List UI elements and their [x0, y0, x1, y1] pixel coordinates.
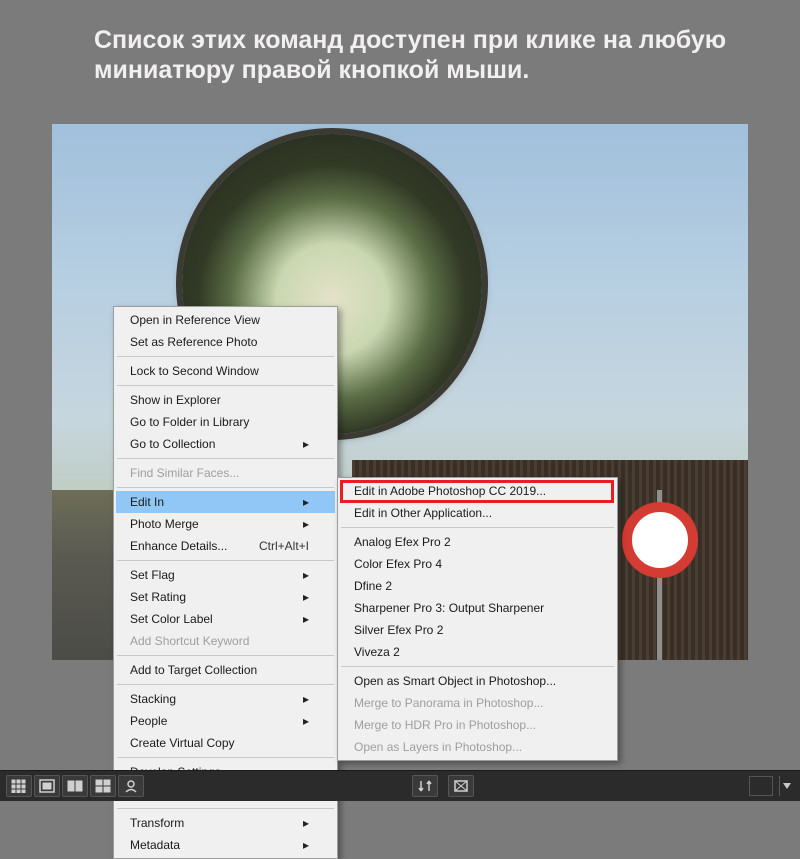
menu-separator: [117, 655, 334, 656]
mi-add-shortcut-keyword: Add Shortcut Keyword: [116, 630, 335, 652]
crop-overlay-button[interactable]: [448, 775, 474, 797]
mi-create-virtual-copy[interactable]: Create Virtual Copy: [116, 732, 335, 754]
submenu-arrow-icon: ▸: [303, 590, 309, 604]
menu-separator: [117, 757, 334, 758]
mi-photo-merge[interactable]: Photo Merge▸: [116, 513, 335, 535]
submenu-edit-in: Edit in Adobe Photoshop CC 2019... Edit …: [337, 477, 618, 761]
compare-view-button[interactable]: [62, 775, 88, 797]
submenu-arrow-icon: ▸: [303, 692, 309, 706]
mi-show-in-explorer[interactable]: Show in Explorer: [116, 389, 335, 411]
mi-silver-efex[interactable]: Silver Efex Pro 2: [340, 619, 615, 641]
mi-go-to-collection[interactable]: Go to Collection▸: [116, 433, 335, 455]
mi-set-reference-photo[interactable]: Set as Reference Photo: [116, 331, 335, 353]
submenu-arrow-icon: ▸: [303, 612, 309, 626]
toolbar-dropdown-button[interactable]: [779, 776, 794, 796]
submenu-arrow-icon: ▸: [303, 568, 309, 582]
submenu-arrow-icon: ▸: [303, 437, 309, 451]
menu-separator: [117, 458, 334, 459]
mi-set-rating[interactable]: Set Rating▸: [116, 586, 335, 608]
shortcut-label: Ctrl+Alt+I: [259, 539, 309, 553]
menu-separator: [117, 560, 334, 561]
grid-view-button[interactable]: [6, 775, 32, 797]
mi-set-flag[interactable]: Set Flag▸: [116, 564, 335, 586]
menu-separator: [117, 684, 334, 685]
menu-separator: [341, 666, 614, 667]
survey-view-button[interactable]: [90, 775, 116, 797]
mi-set-color-label[interactable]: Set Color Label▸: [116, 608, 335, 630]
mi-people[interactable]: People▸: [116, 710, 335, 732]
mi-enhance-details[interactable]: Enhance Details...Ctrl+Alt+I: [116, 535, 335, 557]
photo-sign: [622, 502, 698, 578]
menu-separator: [117, 808, 334, 809]
mi-add-target-collection[interactable]: Add to Target Collection: [116, 659, 335, 681]
mi-transform[interactable]: Transform▸: [116, 812, 335, 834]
mi-dfine[interactable]: Dfine 2: [340, 575, 615, 597]
mi-sharpener[interactable]: Sharpener Pro 3: Output Sharpener: [340, 597, 615, 619]
mi-merge-panorama: Merge to Panorama in Photoshop...: [340, 692, 615, 714]
loupe-view-button[interactable]: [34, 775, 60, 797]
filmstrip-toolbar: [0, 770, 800, 801]
caption-text: Список этих команд доступен при клике на…: [94, 26, 740, 85]
mi-find-similar-faces: Find Similar Faces...: [116, 462, 335, 484]
mi-open-layers: Open as Layers in Photoshop...: [340, 736, 615, 758]
submenu-arrow-icon: ▸: [303, 714, 309, 728]
mi-go-to-folder[interactable]: Go to Folder in Library: [116, 411, 335, 433]
mi-edit-other-app[interactable]: Edit in Other Application...: [340, 502, 615, 524]
toolbar-color-swatch[interactable]: [749, 776, 773, 796]
mi-edit-photoshop[interactable]: Edit in Adobe Photoshop CC 2019...: [340, 480, 615, 502]
mi-viveza[interactable]: Viveza 2: [340, 641, 615, 663]
submenu-arrow-icon: ▸: [303, 495, 309, 509]
mi-open-smart-object[interactable]: Open as Smart Object in Photoshop...: [340, 670, 615, 692]
menu-separator: [341, 527, 614, 528]
mi-analog-efex[interactable]: Analog Efex Pro 2: [340, 531, 615, 553]
menu-separator: [117, 487, 334, 488]
mi-stacking[interactable]: Stacking▸: [116, 688, 335, 710]
mi-lock-second-window[interactable]: Lock to Second Window: [116, 360, 335, 382]
sort-direction-button[interactable]: [412, 775, 438, 797]
submenu-arrow-icon: ▸: [303, 838, 309, 852]
people-view-button[interactable]: [118, 775, 144, 797]
menu-separator: [117, 356, 334, 357]
mi-edit-in[interactable]: Edit In▸: [116, 491, 335, 513]
submenu-arrow-icon: ▸: [303, 517, 309, 531]
menu-separator: [117, 385, 334, 386]
mi-metadata[interactable]: Metadata▸: [116, 834, 335, 856]
mi-color-efex[interactable]: Color Efex Pro 4: [340, 553, 615, 575]
mi-merge-hdr: Merge to HDR Pro in Photoshop...: [340, 714, 615, 736]
mi-open-reference-view[interactable]: Open in Reference View: [116, 309, 335, 331]
submenu-arrow-icon: ▸: [303, 816, 309, 830]
